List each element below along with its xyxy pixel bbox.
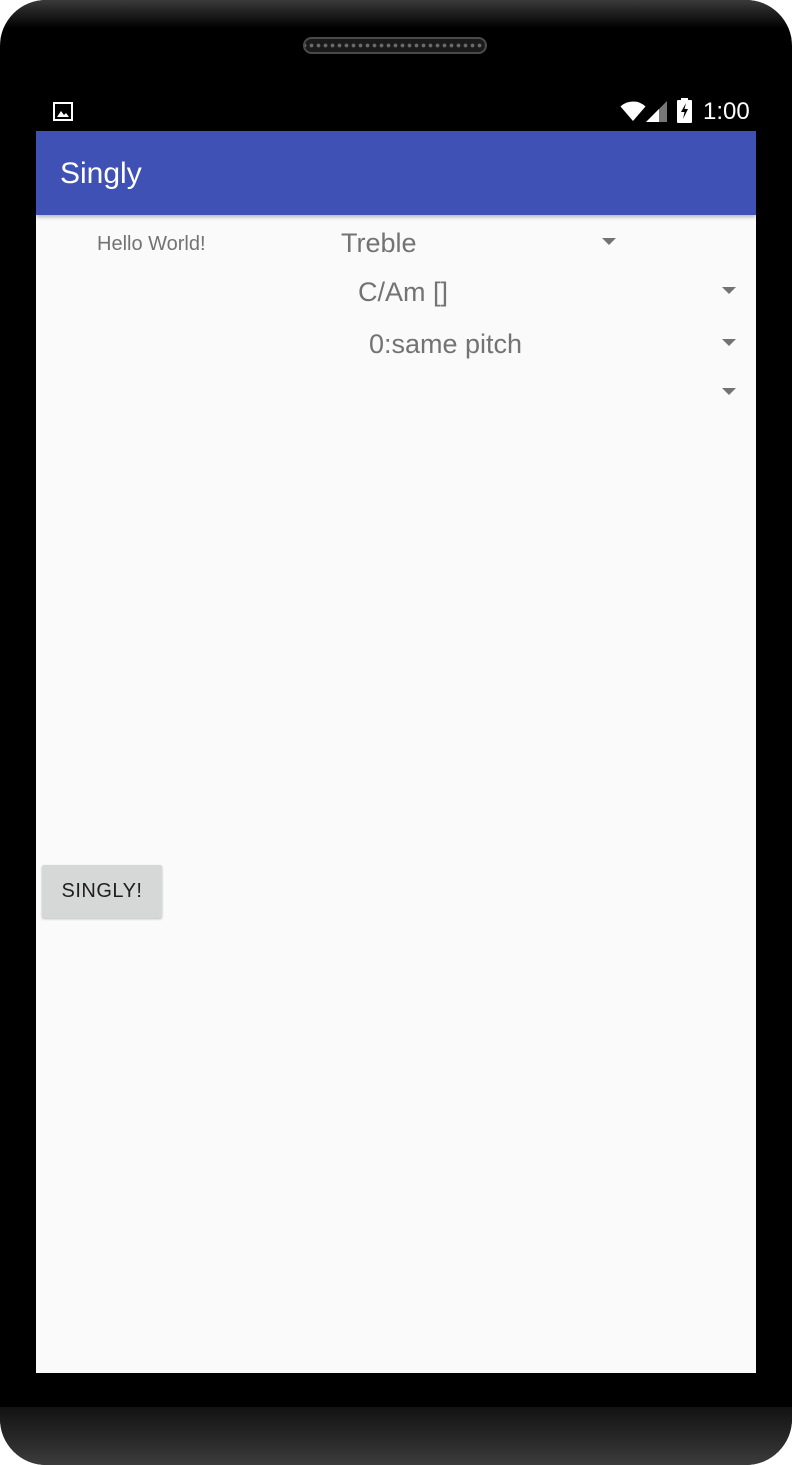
signal-icon — [646, 101, 667, 122]
device-frame: 1:00 Singly Hello World! Treble C/Am [] … — [0, 0, 792, 1465]
hello-text: Hello World! — [97, 233, 206, 255]
earpiece-speaker — [303, 37, 487, 54]
app-bar: Singly — [36, 131, 756, 215]
key-spinner[interactable]: C/Am [] — [343, 275, 746, 321]
key-spinner-value: C/Am [] — [358, 277, 449, 307]
gallery-icon — [53, 102, 73, 121]
device-bottom-bezel — [0, 1407, 792, 1465]
singly-button[interactable]: SINGLY! — [42, 865, 162, 918]
status-bar: 1:00 — [36, 92, 756, 131]
pitch-spinner-value: 0:same pitch — [369, 329, 523, 359]
pitch-spinner[interactable]: 0:same pitch — [354, 327, 746, 373]
dropdown-arrow-icon — [722, 388, 736, 395]
wifi-icon — [620, 101, 646, 121]
status-clock: 1:00 — [703, 98, 750, 125]
clef-spinner-value: Treble — [341, 228, 417, 258]
dropdown-arrow-icon — [602, 238, 616, 245]
clef-spinner[interactable]: Treble — [326, 226, 626, 272]
app-title: Singly — [60, 157, 142, 190]
battery-charging-icon — [677, 98, 692, 123]
dropdown-arrow-icon — [722, 339, 736, 346]
app-screen: Singly Hello World! Treble C/Am [] 0:sam… — [36, 131, 756, 1373]
dropdown-arrow-icon — [722, 287, 736, 294]
device-top-bezel — [0, 0, 792, 40]
extra-spinner[interactable] — [636, 376, 746, 422]
